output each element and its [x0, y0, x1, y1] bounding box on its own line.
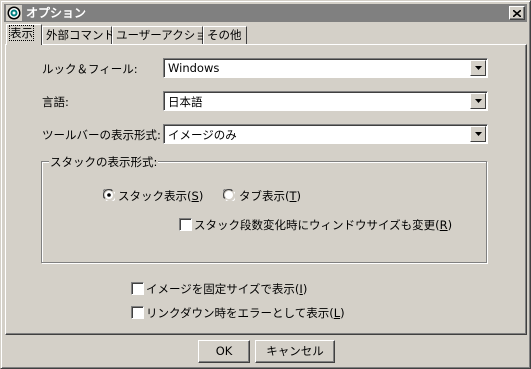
language-label: 言語: — [42, 95, 69, 109]
tab-display-label: 表示 — [9, 25, 34, 41]
checkbox-link-down-error-suffix: ) — [340, 306, 345, 320]
options-dialog: オプション 表示 外部コマンド ユーザーアクション その他 ルック＆フィール: … — [0, 0, 531, 369]
window-title: オプション — [26, 6, 87, 20]
gear-app-icon — [6, 5, 22, 21]
radio-stack-display-mnemonic: S — [191, 189, 199, 203]
checkbox-link-down-error[interactable] — [131, 306, 144, 319]
radio-stack-display-suffix: ) — [198, 189, 204, 203]
tab-other[interactable]: その他 — [203, 26, 247, 44]
close-icon — [512, 7, 522, 20]
close-button[interactable] — [509, 6, 525, 20]
stack-display-group — [41, 161, 487, 263]
radio-tab-display-text: タブ表示( — [239, 189, 290, 203]
checkbox-link-down-error-label: リンクダウン時をエラーとして表示(L) — [146, 305, 345, 321]
language-select[interactable]: 日本語 — [163, 91, 488, 111]
ok-button-label: OK — [215, 344, 233, 358]
radio-stack-display[interactable] — [101, 187, 117, 203]
checkbox-fixed-image-size[interactable] — [131, 282, 144, 295]
radio-stack-display-text: スタック表示( — [118, 189, 192, 203]
checkbox-link-down-error-text: リンクダウン時をエラーとして表示( — [146, 306, 334, 320]
tab-external-commands[interactable]: 外部コマンド — [42, 26, 115, 44]
chevron-down-icon[interactable] — [470, 60, 486, 76]
checkbox-fixed-image-size-label: イメージを固定サイズで表示(I) — [146, 281, 307, 297]
toolbar-display-label: ツールバーの表示形式: — [42, 128, 161, 142]
chevron-down-icon[interactable] — [470, 126, 486, 142]
toolbar-display-value: イメージのみ — [168, 128, 237, 142]
look-and-feel-label: ルック＆フィール: — [42, 62, 138, 76]
checkbox-resize-window-label: スタック段数変化時にウィンドウサイズも変更(R) — [194, 217, 452, 233]
radio-tab-display-mnemonic: T — [289, 189, 297, 203]
tab-external-commands-label: 外部コマンド — [46, 28, 115, 42]
look-and-feel-select[interactable]: Windows — [163, 58, 488, 78]
checkbox-resize-window-text: スタック段数変化時にウィンドウサイズも変更( — [194, 218, 440, 232]
ok-button[interactable]: OK — [198, 340, 250, 363]
radio-stack-display-label: スタック表示(S) — [118, 188, 203, 204]
tab-user-actions[interactable]: ユーザーアクション — [112, 26, 218, 44]
checkbox-resize-window[interactable] — [179, 218, 192, 231]
toolbar-display-select[interactable]: イメージのみ — [163, 124, 488, 144]
checkbox-fixed-image-size-suffix: ) — [302, 282, 308, 296]
chevron-down-icon[interactable] — [470, 93, 486, 109]
cancel-button-label: キャンセル — [266, 344, 324, 358]
title-bar[interactable]: オプション — [4, 4, 527, 22]
tab-other-label: その他 — [207, 28, 242, 42]
stack-display-group-title: スタックの表示形式: — [49, 154, 159, 170]
language-value: 日本語 — [168, 95, 203, 109]
checkbox-fixed-image-size-text: イメージを固定サイズで表示( — [146, 282, 300, 296]
cancel-button[interactable]: キャンセル — [255, 340, 335, 363]
tab-display[interactable]: 表示 — [6, 24, 42, 45]
checkbox-resize-window-mnemonic: R — [439, 218, 448, 232]
checkbox-resize-window-suffix: ) — [447, 218, 453, 232]
look-and-feel-value: Windows — [168, 61, 220, 75]
radio-tab-display-suffix: ) — [296, 189, 302, 203]
radio-tab-display[interactable] — [221, 187, 237, 203]
radio-tab-display-label: タブ表示(T) — [239, 188, 301, 204]
